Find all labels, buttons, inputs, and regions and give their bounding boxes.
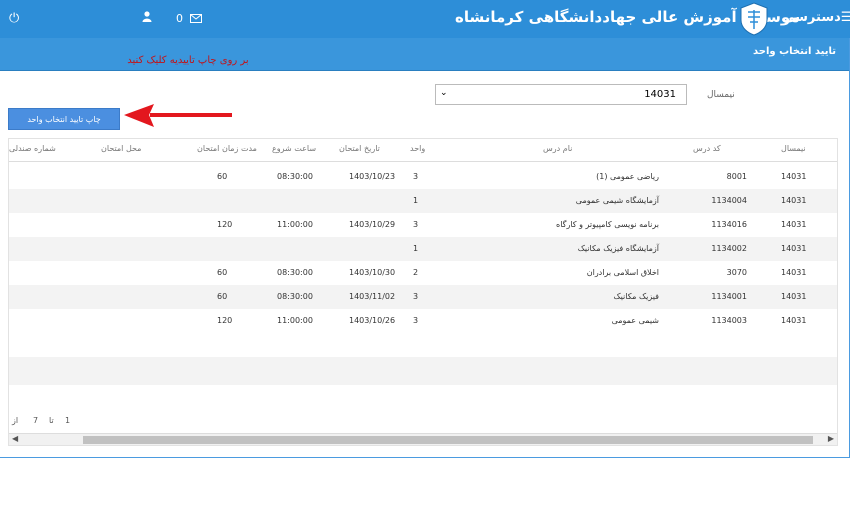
- cell-duration: 120: [217, 316, 233, 325]
- cell-name: شیمی عمومی: [611, 316, 659, 325]
- access-menu-button[interactable]: ☰دسترسی: [782, 10, 850, 25]
- cell-time: 08:30:00: [277, 268, 313, 277]
- col-units[interactable]: واحد: [410, 144, 425, 153]
- mail-count: 0: [176, 12, 183, 25]
- cell-duration: 60: [217, 292, 228, 301]
- envelope-icon: [189, 14, 202, 23]
- user-icon[interactable]: [142, 11, 152, 25]
- frame-border-bottom: [0, 457, 850, 458]
- cell-term: 14031: [781, 268, 807, 277]
- col-term[interactable]: نیمسال: [781, 144, 806, 153]
- cell-units: 3: [413, 172, 419, 181]
- scroll-left-icon[interactable]: ◀: [12, 434, 18, 443]
- term-select[interactable]: ⌄ 14031: [435, 84, 687, 105]
- cell-date: 1403/10/29: [349, 220, 396, 229]
- top-navbar: ⏻ 0 موسسه آموزش عالی جهاددانشگاهی کرمانش…: [0, 0, 850, 38]
- pager-total: 7: [33, 416, 39, 425]
- col-start-time[interactable]: ساعت شروع: [272, 144, 316, 153]
- cell-name: اخلاق اسلامی برادران: [586, 268, 659, 277]
- courses-table: نیمسال کد درس نام درس واحد تاریخ امتحان …: [8, 138, 838, 446]
- term-label: نیمسال: [707, 90, 735, 100]
- col-exam-duration[interactable]: مدت زمان امتحان: [197, 144, 257, 153]
- pager-of-label: از: [12, 416, 19, 425]
- cell-term: 14031: [781, 196, 807, 205]
- cell-code: 1134002: [711, 244, 747, 253]
- horizontal-scrollbar[interactable]: ◀ ▶: [9, 433, 837, 445]
- access-menu-label: دسترسی: [782, 10, 841, 25]
- hamburger-icon: ☰: [840, 10, 850, 25]
- cell-units: 3: [413, 220, 419, 229]
- cell-time: 11:00:00: [277, 316, 313, 325]
- cell-units: 3: [413, 292, 419, 301]
- cell-duration: 60: [217, 172, 228, 181]
- col-seat-number[interactable]: شماره صندلی: [9, 144, 56, 153]
- cell-time: 11:00:00: [277, 220, 313, 229]
- pager-to-label: تا: [49, 416, 54, 425]
- empty-row: [9, 381, 837, 385]
- scrollbar-thumb[interactable]: [83, 436, 813, 444]
- table-row[interactable]: 14031 3070 اخلاق اسلامی برادران 2 1403/10/30…: [9, 261, 837, 285]
- cell-name: برنامه نویسی کامپیوتر و کارگاه: [556, 220, 659, 229]
- cell-code: 1134001: [711, 292, 747, 301]
- cell-units: 1: [413, 196, 419, 205]
- cell-units: 1: [413, 244, 419, 253]
- table-row[interactable]: 14031 1134016 برنامه نویسی کامپیوتر و کارگ…: [9, 213, 837, 237]
- cell-date: 1403/11/02: [349, 292, 396, 301]
- cell-code: 1134016: [711, 220, 747, 229]
- cell-term: 14031: [781, 316, 807, 325]
- cell-code: 8001: [726, 172, 747, 181]
- cell-units: 2: [413, 268, 419, 277]
- print-confirmation-button[interactable]: چاپ تایید انتخاب واحد: [8, 108, 120, 130]
- mail-button[interactable]: 0: [176, 12, 202, 25]
- cell-name: فیزیک مکانیک: [613, 292, 659, 301]
- cell-time: 08:30:00: [277, 292, 313, 301]
- chevron-down-icon: ⌄: [440, 88, 448, 98]
- table-header: نیمسال کد درس نام درس واحد تاریخ امتحان …: [9, 139, 837, 162]
- pager: از 7 تا 1: [9, 407, 837, 433]
- cell-date: 1403/10/23: [349, 172, 396, 181]
- power-icon[interactable]: ⏻: [9, 11, 19, 26]
- annotation-note: بر روی چاپ تاییدیه کلیک کنید: [127, 55, 249, 66]
- col-exam-location[interactable]: محل امتحان: [101, 144, 141, 153]
- cell-term: 14031: [781, 172, 807, 181]
- cell-time: 08:30:00: [277, 172, 313, 181]
- col-course-code[interactable]: کد درس: [693, 144, 721, 153]
- cell-units: 3: [413, 316, 419, 325]
- cell-name: ریاضی عمومی (1): [596, 172, 659, 181]
- pager-from: 1: [65, 416, 71, 425]
- cell-term: 14031: [781, 244, 807, 253]
- table-row[interactable]: 14031 1134003 شیمی عمومی 3 1403/10/26 11:00:0…: [9, 309, 837, 333]
- cell-name: آزمایشگاه فیزیک مکانیک: [577, 244, 659, 253]
- empty-row: [9, 357, 837, 381]
- table-row[interactable]: 14031 8001 ریاضی عمومی (1) 3 1403/10/23 08:30…: [9, 165, 837, 189]
- cell-term: 14031: [781, 220, 807, 229]
- university-logo: [740, 2, 768, 36]
- cell-code: 1134004: [711, 196, 747, 205]
- cell-code: 3070: [726, 268, 747, 277]
- cell-date: 1403/10/30: [349, 268, 396, 277]
- cell-code: 1134003: [711, 316, 747, 325]
- cell-duration: 60: [217, 268, 228, 277]
- scroll-right-icon[interactable]: ▶: [828, 434, 834, 443]
- annotation-arrow-icon: [124, 104, 232, 127]
- cell-name: آزمایشگاه شیمی عمومی: [575, 196, 659, 205]
- table-row[interactable]: 14031 1134002 آزمایشگاه فیزیک مکانیک 1: [9, 237, 837, 261]
- term-select-value: 14031: [644, 89, 676, 100]
- cell-date: 1403/10/26: [349, 316, 396, 325]
- page-title: تایید انتخاب واحد: [753, 46, 836, 57]
- cell-duration: 120: [217, 220, 233, 229]
- col-exam-date[interactable]: تاریخ امتحان: [339, 144, 380, 153]
- table-row[interactable]: 14031 1134004 آزمایشگاه شیمی عمومی 1: [9, 189, 837, 213]
- col-course-name[interactable]: نام درس: [543, 144, 572, 153]
- table-row[interactable]: 14031 1134001 فیزیک مکانیک 3 1403/11/02 08:30…: [9, 285, 837, 309]
- cell-term: 14031: [781, 292, 807, 301]
